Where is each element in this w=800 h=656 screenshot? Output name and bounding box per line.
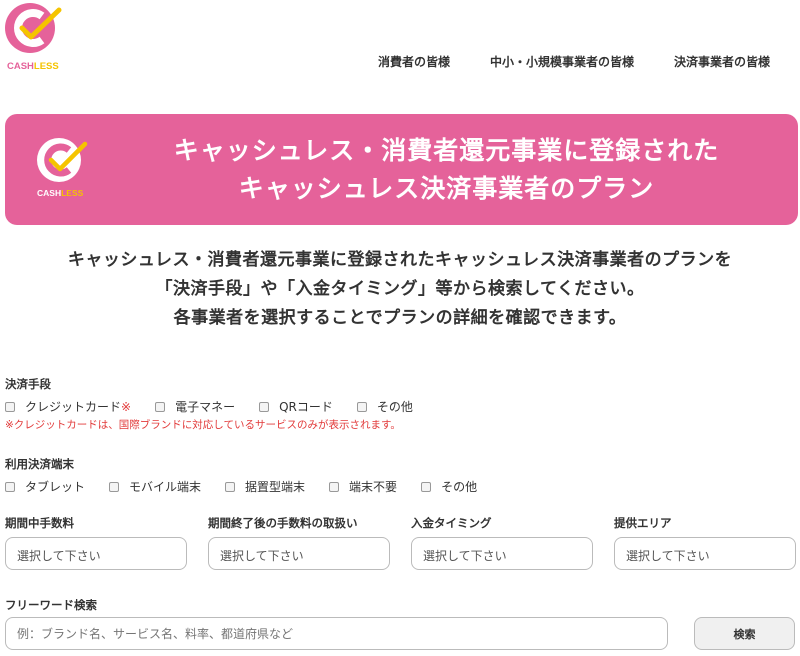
intro-line1: キャッシュレス・消費者還元事業に登録されたキャッシュレス決済事業者のプランを <box>67 250 733 270</box>
banner-title-line2: キャッシュレス決済事業者のプラン <box>238 174 655 203</box>
checkbox-no-terminal[interactable]: 端末不要 <box>329 478 397 495</box>
fee-period-select[interactable]: 選択して下さい <box>5 537 187 570</box>
deposit-timing-group: 入金タイミング 選択して下さい <box>411 515 593 570</box>
service-area-select[interactable]: 選択して下さい <box>614 537 796 570</box>
checkbox-terminal-other[interactable]: その他 <box>421 478 477 495</box>
checkbox-box[interactable] <box>225 481 236 492</box>
checkbox-box[interactable] <box>259 401 270 412</box>
search-button[interactable]: 検索 <box>694 617 795 650</box>
hero-banner: CASHLESS キャッシュレス・消費者還元事業に登録された キャッシュレス決済… <box>5 114 798 225</box>
banner-logo: CASHLESS <box>35 136 91 202</box>
checkbox-e-money[interactable]: 電子マネー <box>155 398 235 415</box>
deposit-timing-label: 入金タイミング <box>411 516 492 530</box>
service-area-group: 提供エリア 選択して下さい <box>614 515 796 570</box>
checkbox-box[interactable] <box>329 481 340 492</box>
checkbox-credit-card[interactable]: クレジットカード ※ <box>5 398 131 415</box>
checkbox-box[interactable] <box>356 401 367 412</box>
nav-small-businesses[interactable]: 中小・小規模事業者の皆様 <box>490 53 634 70</box>
checkbox-box[interactable] <box>5 481 15 492</box>
banner-title-line1: キャッシュレス・消費者還元事業に登録された <box>173 136 720 165</box>
terminal-label: 利用決済端末 <box>5 457 74 471</box>
credit-card-note: ※クレジットカードは、国際ブランドに対応しているサービスのみが表示されます。 <box>5 419 401 431</box>
terminal-options: タブレット モバイル端末 据置型端末 端末不要 その他 <box>5 478 501 495</box>
svg-text:CASHLESS: CASHLESS <box>7 61 59 72</box>
svg-text:CASHLESS: CASHLESS <box>37 188 84 198</box>
payment-method-label: 決済手段 <box>5 377 51 391</box>
checkbox-box[interactable] <box>421 481 432 492</box>
intro-line2: 「決済手段」や「入金タイミング」等から検索してください。 <box>155 279 645 299</box>
fee-after-select[interactable]: 選択して下さい <box>208 537 390 570</box>
intro-line3: 各事業者を選択することでプランの詳細を確認できます。 <box>173 308 627 328</box>
fee-period-label: 期間中手数料 <box>5 516 74 530</box>
service-area-label: 提供エリア <box>614 516 672 530</box>
checkbox-box[interactable] <box>5 401 15 412</box>
nav-payment-providers[interactable]: 決済事業者の皆様 <box>674 53 770 70</box>
banner-title: キャッシュレス・消費者還元事業に登録された キャッシュレス決済事業者のプラン <box>115 132 778 208</box>
fee-after-group: 期間終了後の手数料の取扱い 選択して下さい <box>208 515 390 570</box>
checkbox-payment-other[interactable]: その他 <box>356 398 413 415</box>
cashless-logo[interactable]: CASHLESS <box>4 2 64 74</box>
fee-period-group: 期間中手数料 選択して下さい <box>5 515 187 570</box>
checkbox-mobile[interactable]: モバイル端末 <box>109 478 201 495</box>
checkbox-box[interactable] <box>155 401 166 412</box>
checkbox-box[interactable] <box>109 481 120 492</box>
checkbox-stationary[interactable]: 据置型端末 <box>225 478 305 495</box>
payment-method-options: クレジットカード ※ 電子マネー QRコード その他 <box>5 398 437 415</box>
free-word-label: フリーワード検索 <box>5 598 97 612</box>
fee-after-label: 期間終了後の手数料の取扱い <box>208 516 358 530</box>
top-nav: 消費者の皆様 中小・小規模事業者の皆様 決済事業者の皆様 <box>338 53 770 70</box>
checkbox-tablet[interactable]: タブレット <box>5 478 85 495</box>
nav-consumers[interactable]: 消費者の皆様 <box>378 53 450 70</box>
free-word-input[interactable] <box>5 617 668 650</box>
checkbox-qr-code[interactable]: QRコード <box>259 398 333 415</box>
intro-text: キャッシュレス・消費者還元事業に登録されたキャッシュレス決済事業者のプランを 「… <box>0 246 800 333</box>
deposit-timing-select[interactable]: 選択して下さい <box>411 537 593 570</box>
